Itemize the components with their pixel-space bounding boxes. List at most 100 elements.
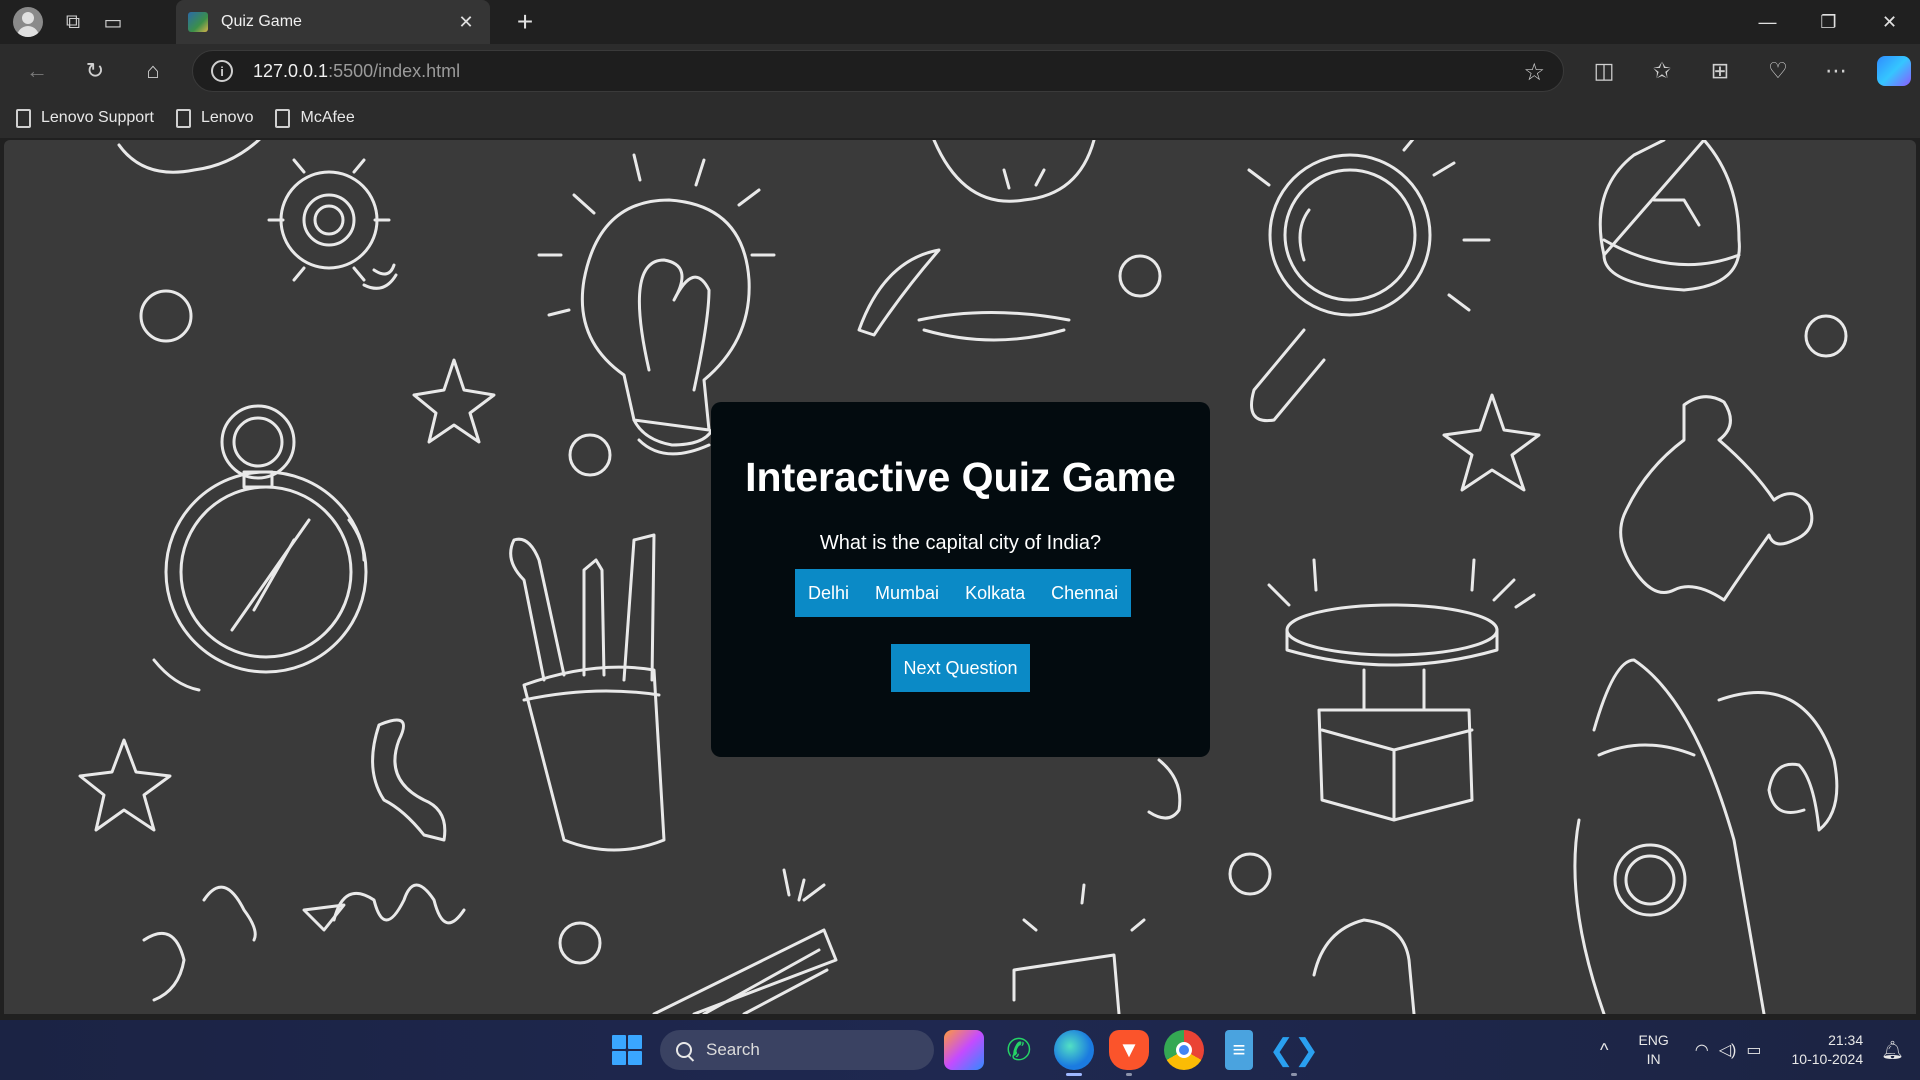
circle-doodle <box>558 921 602 965</box>
answer-options: Delhi Mumbai Kolkata Chennai <box>795 569 1132 617</box>
bookmark-lenovo[interactable]: Lenovo <box>175 108 254 128</box>
scribble-doodle <box>332 883 466 925</box>
spark-doodle <box>782 868 826 902</box>
workspaces-icon[interactable]: ⧉ <box>53 2 93 42</box>
browser-toolbar: ◫ ✩ ⊞ ♡ ⋯ <box>1575 44 1920 98</box>
pedestal-doodle <box>1267 558 1536 822</box>
bookmark-mcafee[interactable]: McAfee <box>275 108 355 128</box>
home-icon[interactable]: ⌂ <box>124 49 182 93</box>
swirl-doodle <box>1717 691 1839 832</box>
spark-doodle <box>1022 883 1146 932</box>
swirl-doodle <box>1312 918 1416 1014</box>
quiz-question: What is the capital city of India? <box>819 532 1102 554</box>
browser-titlebar: ⧉ ▭ Quiz Game ✕ + — ❐ ✕ <box>0 0 1920 44</box>
box-doodle <box>1012 953 1121 1014</box>
favorite-star-icon[interactable]: ☆ <box>1523 58 1545 87</box>
answer-button-delhi[interactable]: Delhi <box>795 569 863 617</box>
search-label: Search <box>706 1040 760 1059</box>
split-screen-icon[interactable]: ◫ <box>1575 49 1633 93</box>
windows-taskbar: Search ✆ ▼ ≡ ❮❯ ^ ENG IN ◠ ◁) ▭ 21:34 10… <box>0 1020 1920 1080</box>
quiz-title: Interactive Quiz Game <box>745 454 1176 500</box>
clock-date: 10-10-2024 <box>1791 1051 1864 1067</box>
page-icon <box>175 108 191 128</box>
browser-tab-active[interactable]: Quiz Game ✕ <box>176 0 490 44</box>
windows-start-icon[interactable] <box>612 1035 642 1065</box>
page-icon <box>275 108 291 128</box>
tray-status-icons[interactable]: ◠ ◁) ▭ <box>1695 1040 1762 1060</box>
url-host: 127.0.0.1 <box>253 60 329 81</box>
brave-browser-icon[interactable]: ▼ <box>1109 1030 1149 1076</box>
chrome-browser-icon[interactable] <box>1164 1030 1204 1070</box>
bookmarks-bar: Lenovo Support Lenovo McAfee <box>0 98 1920 138</box>
favorites-icon[interactable]: ✩ <box>1633 49 1691 93</box>
star-doodle <box>1442 393 1541 492</box>
copilot-icon[interactable] <box>1865 49 1920 93</box>
bookmark-label: Lenovo <box>200 109 254 126</box>
gear-doodle <box>117 140 398 290</box>
circle-doodle <box>1228 852 1272 896</box>
restore-icon[interactable]: ❐ <box>1798 0 1859 44</box>
whatsapp-icon[interactable]: ✆ <box>999 1030 1039 1070</box>
window-controls: — ❐ ✕ <box>1737 0 1920 44</box>
close-window-icon[interactable]: ✕ <box>1859 0 1920 44</box>
rocket-doodle <box>1573 658 1766 1014</box>
bookmark-label: McAfee <box>300 109 355 126</box>
confetti-doodle <box>142 885 346 1002</box>
tab-close-icon[interactable]: ✕ <box>454 12 478 33</box>
site-info-icon[interactable]: i <box>211 60 233 82</box>
language-indicator[interactable]: ENG IN <box>1638 1031 1668 1069</box>
feather-doodle <box>857 248 941 337</box>
page-viewport: Interactive Quiz Game What is the capita… <box>4 140 1916 1014</box>
browser-essentials-icon[interactable]: ♡ <box>1749 49 1807 93</box>
ribbon-doodle <box>1147 758 1182 820</box>
edge-browser-icon[interactable] <box>1054 1030 1094 1076</box>
tab-actions-icon[interactable]: ▭ <box>93 2 133 42</box>
ribbon-doodle <box>371 718 447 842</box>
circle-doodle <box>568 433 612 477</box>
notification-bell-icon[interactable]: 🔔︎ <box>1881 1040 1904 1061</box>
system-tray: ^ ENG IN ◠ ◁) ▭ 21:34 10-10-2024 🔔︎ <box>1600 1020 1920 1080</box>
bookmark-lenovo-support[interactable]: Lenovo Support <box>16 108 154 128</box>
clock-doodle <box>932 140 1096 203</box>
clock-time: 21:34 <box>1828 1032 1864 1048</box>
url-path: :5500/index.html <box>328 60 461 81</box>
compass-doodle <box>152 404 368 692</box>
search-icon <box>676 1042 692 1058</box>
refresh-icon[interactable]: ↻ <box>66 49 124 93</box>
page-icon <box>16 108 31 128</box>
taskbar-search[interactable]: Search <box>660 1030 934 1070</box>
language-code: ENG <box>1638 1032 1669 1048</box>
circle-doodle <box>1118 254 1162 298</box>
next-question-button[interactable]: Next Question <box>891 644 1030 692</box>
rocket-window-doodle <box>1624 854 1676 906</box>
wifi-icon: ◠ <box>1694 1042 1709 1059</box>
magnifier-doodle <box>1247 140 1491 423</box>
star-doodle <box>78 738 172 832</box>
puzzle-doodle <box>1619 395 1814 602</box>
hourglass-doodle <box>1598 140 1741 292</box>
tab-title: Quiz Game <box>221 13 302 30</box>
notepad-icon[interactable]: ≡ <box>1225 1030 1253 1070</box>
vscode-icon[interactable]: ❮❯ <box>1269 1030 1319 1076</box>
address-bar[interactable]: i 127.0.0.1:5500/index.html ☆ <box>192 50 1564 92</box>
profile-avatar-icon[interactable] <box>13 7 43 37</box>
answer-button-chennai[interactable]: Chennai <box>1038 569 1132 617</box>
answer-button-mumbai[interactable]: Mumbai <box>862 569 953 617</box>
tab-favicon-icon <box>188 12 208 32</box>
new-tab-button[interactable]: + <box>505 2 545 42</box>
collections-icon[interactable]: ⊞ <box>1691 49 1749 93</box>
answer-button-kolkata[interactable]: Kolkata <box>952 569 1039 617</box>
back-arrow-icon[interactable]: ← <box>8 49 66 93</box>
battery-icon: ▭ <box>1746 1042 1762 1059</box>
quiz-card: Interactive Quiz Game What is the capita… <box>711 402 1210 757</box>
browser-navbar: ← ↻ ⌂ i 127.0.0.1:5500/index.html ☆ ◫ ✩ … <box>0 44 1920 98</box>
copilot-app-icon[interactable] <box>944 1030 984 1070</box>
bookmark-label: Lenovo Support <box>41 109 154 126</box>
pencil-cup-doodle <box>509 533 666 852</box>
taskbar-clock[interactable]: 21:34 10-10-2024 <box>1792 1031 1864 1069</box>
trophy-doodle <box>917 311 1071 342</box>
minimize-icon[interactable]: — <box>1737 0 1798 44</box>
chevron-up-icon[interactable]: ^ <box>1600 1040 1608 1061</box>
star-doodle <box>412 358 496 444</box>
more-options-icon[interactable]: ⋯ <box>1807 49 1865 93</box>
